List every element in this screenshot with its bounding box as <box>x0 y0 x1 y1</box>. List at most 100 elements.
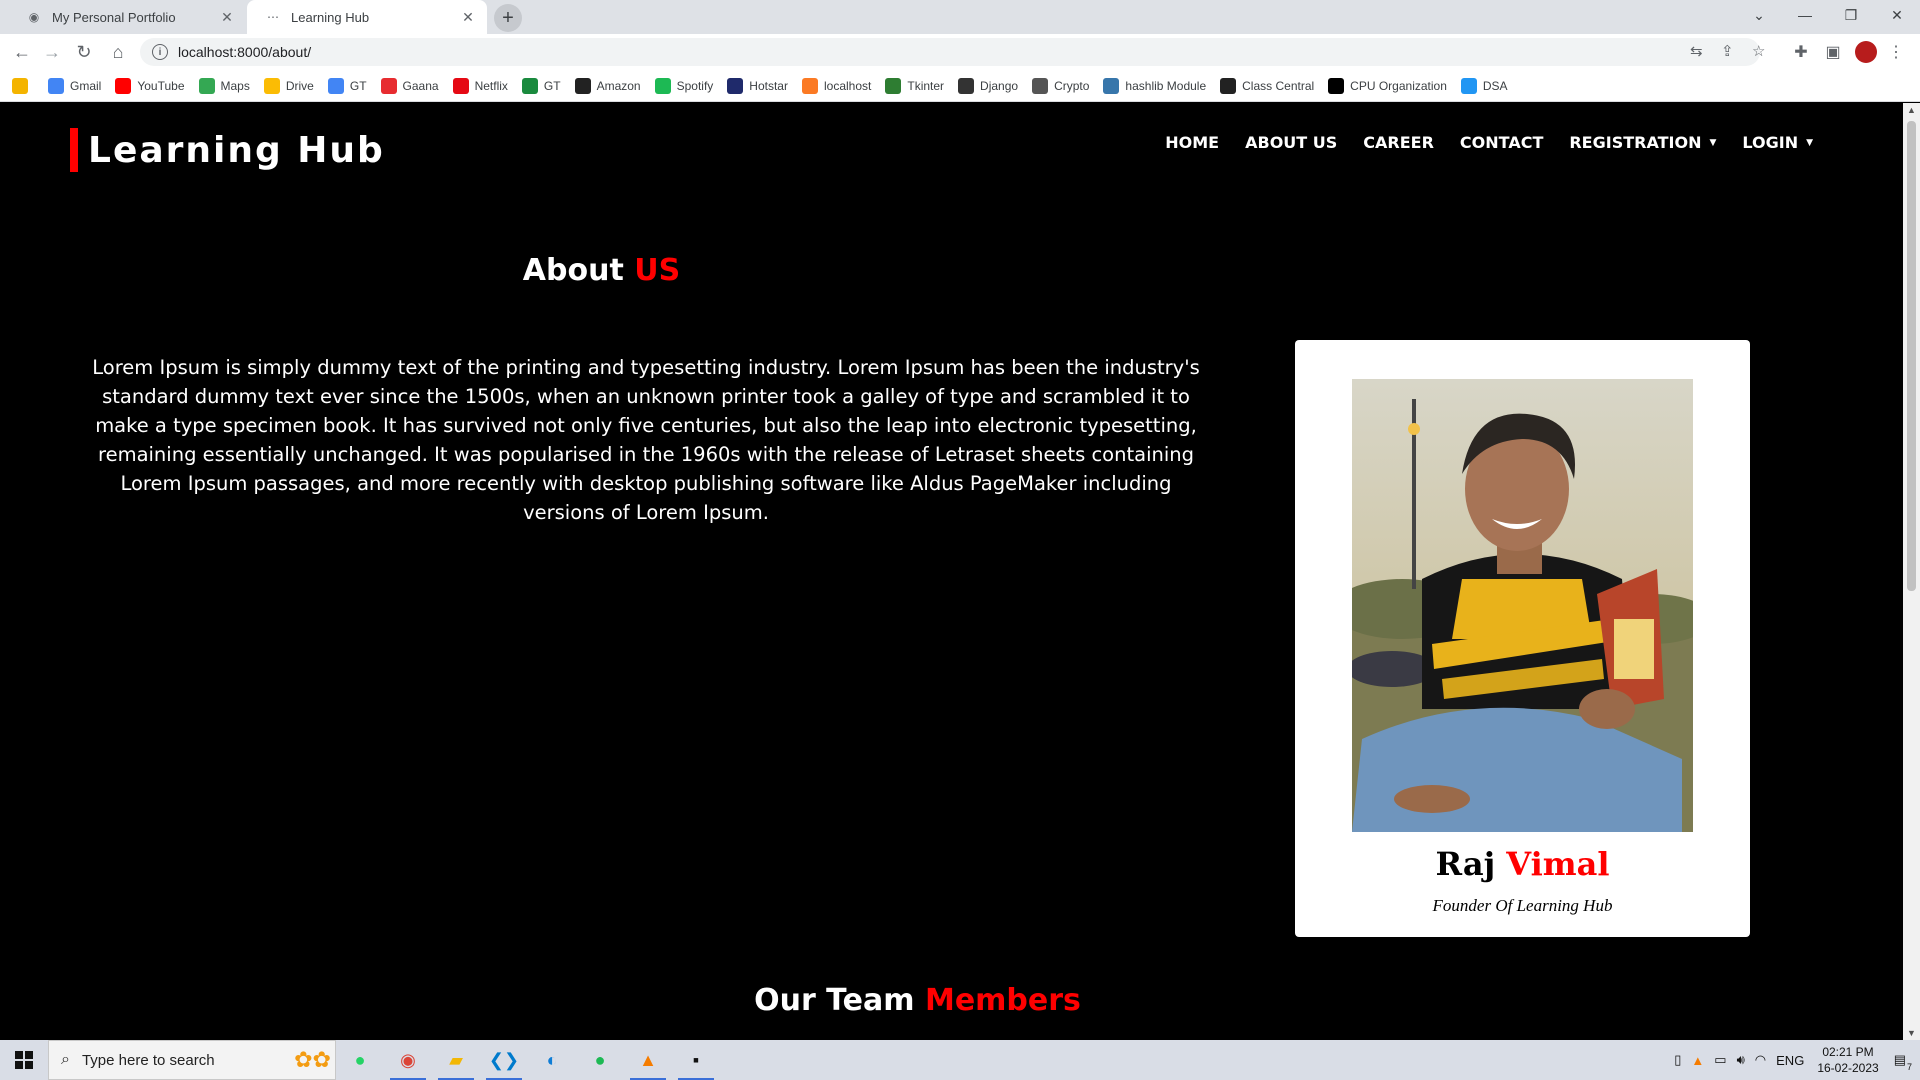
scrollbar-thumb[interactable] <box>1907 121 1916 591</box>
start-button[interactable] <box>0 1040 48 1080</box>
nav-login-dropdown[interactable]: LOGIN ▼ <box>1742 133 1813 152</box>
founder-name: Raj Vimal <box>1295 845 1750 883</box>
notification-center-icon[interactable]: ▤ 7 <box>1894 1052 1912 1072</box>
bookmark-item[interactable]: Tkinter <box>885 77 945 94</box>
close-window-button[interactable]: ✕ <box>1874 0 1920 30</box>
reload-button[interactable]: ↻ <box>70 38 98 66</box>
bookmark-item[interactable]: Crypto <box>1032 77 1089 94</box>
bookmark-item[interactable]: Amazon <box>574 77 641 94</box>
bookmark-label: localhost <box>823 78 872 93</box>
about-heading-main: About <box>522 253 624 288</box>
bookmark-item[interactable]: localhost <box>801 77 872 94</box>
share-icon[interactable]: ⇪ <box>1721 42 1734 60</box>
volume-icon[interactable]: 🔊︎ <box>1737 1052 1745 1068</box>
close-icon[interactable]: ✕ <box>459 8 477 26</box>
info-icon[interactable]: i <box>152 44 168 60</box>
caret-down-icon: ▼ <box>1806 137 1813 148</box>
back-button[interactable]: ← <box>8 38 36 66</box>
vlc-icon[interactable]: ▲ <box>624 1040 672 1080</box>
founder-photo-image <box>1352 379 1693 832</box>
address-bar[interactable]: i localhost:8000/about/ <box>140 38 1760 66</box>
gaana-icon <box>380 77 397 94</box>
nav-career[interactable]: CAREER <box>1363 133 1434 152</box>
caret-down-icon: ▼ <box>1709 137 1717 148</box>
founder-card: Raj Vimal Founder Of Learning Hub <box>1295 340 1750 937</box>
bookmark-item[interactable]: YouTube <box>115 77 185 94</box>
file-explorer-icon[interactable]: ▰ <box>432 1040 480 1080</box>
url-text: localhost:8000/about/ <box>178 44 312 60</box>
cpu-icon <box>1328 77 1345 94</box>
drive-icon <box>263 77 280 94</box>
phone-link-icon[interactable]: ▯ <box>1674 1052 1681 1068</box>
bookmark-item[interactable]: Gmail <box>48 77 101 94</box>
new-tab-button[interactable]: + <box>494 4 522 32</box>
bookmark-item[interactable]: Drive <box>263 77 314 94</box>
tab-search-icon[interactable]: ⌄ <box>1736 0 1782 30</box>
founder-first-name: Raj <box>1435 845 1496 883</box>
bookmark-label: GT <box>543 78 561 93</box>
team-heading: Our Team Members <box>0 983 1835 1018</box>
vlc-tray-icon[interactable]: ▲ <box>1691 1053 1704 1068</box>
extensions-icon[interactable]: ✚ <box>1791 42 1811 62</box>
battery-icon[interactable]: ▭ <box>1714 1052 1726 1068</box>
home-button[interactable]: ⌂ <box>104 38 132 66</box>
tab-learning-hub[interactable]: ⋯ Learning Hub ✕ <box>247 0 487 34</box>
chrome-icon[interactable]: ◉ <box>384 1040 432 1080</box>
bookmark-item[interactable] <box>12 77 34 94</box>
wifi-icon[interactable]: ◠ <box>1755 1052 1766 1068</box>
bookmark-star-icon[interactable]: ☆ <box>1752 42 1765 60</box>
bookmark-label: Class Central <box>1242 78 1315 93</box>
nav-label: CAREER <box>1363 133 1434 152</box>
nav-contact[interactable]: CONTACT <box>1460 133 1543 152</box>
windows-logo-icon <box>15 1051 33 1069</box>
classcentral-icon <box>1220 77 1237 94</box>
spotify-icon[interactable]: ● <box>576 1040 624 1080</box>
team-heading-accent: Members <box>924 983 1081 1018</box>
forward-button[interactable]: → <box>38 38 66 66</box>
bookmark-item[interactable]: CPU Organization <box>1328 77 1447 94</box>
bookmark-item[interactable]: Gaana <box>380 77 439 94</box>
xampp-icon <box>801 77 818 94</box>
bookmark-label: Django <box>980 78 1019 93</box>
bookmark-item[interactable]: Hotstar <box>727 77 788 94</box>
scroll-up-icon[interactable]: ▲ <box>1907 105 1916 115</box>
nav-registration-dropdown[interactable]: REGISTRATION ▼ <box>1569 133 1716 152</box>
minimize-button[interactable]: — <box>1782 0 1828 30</box>
bookmark-item[interactable]: Class Central <box>1220 77 1315 94</box>
tab-strip: ◉ My Personal Portfolio ✕ ⋯ Learning Hub… <box>0 0 1920 34</box>
bookmark-label: Tkinter <box>907 78 945 93</box>
terminal-icon[interactable]: ▪ <box>672 1040 720 1080</box>
about-heading: About US <box>0 253 1203 288</box>
menu-icon[interactable]: ⋮ <box>1886 42 1906 62</box>
tab-portfolio[interactable]: ◉ My Personal Portfolio ✕ <box>8 0 246 34</box>
netflix-icon <box>452 77 469 94</box>
nav-home[interactable]: HOME <box>1165 133 1219 152</box>
page-scrollbar[interactable]: ▲ ▼ <box>1903 103 1920 1040</box>
translate-icon[interactable]: ⇆ <box>1690 42 1703 60</box>
bookmark-item[interactable]: Netflix <box>452 77 508 94</box>
side-panel-icon[interactable]: ▣ <box>1823 42 1843 62</box>
bookmark-item[interactable]: Spotify <box>654 77 713 94</box>
taskbar-search[interactable]: ⌕ Type here to search ✿✿ <box>48 1040 336 1080</box>
language-indicator[interactable]: ENG <box>1776 1053 1804 1068</box>
bookmark-item[interactable]: Django <box>958 77 1019 94</box>
bookmark-item[interactable]: DSA <box>1460 77 1508 94</box>
bookmark-item[interactable]: GT <box>521 77 561 94</box>
close-icon[interactable]: ✕ <box>218 8 236 26</box>
site-logo[interactable]: Learning Hub <box>70 128 385 172</box>
restore-button[interactable]: ❐ <box>1828 0 1874 30</box>
profile-avatar[interactable] <box>1855 41 1877 63</box>
clock[interactable]: 02:21 PM 16-02-2023 <box>1817 1044 1878 1076</box>
bookmark-label: Netflix <box>474 78 508 93</box>
vscode-icon[interactable]: ❮❯ <box>480 1040 528 1080</box>
bookmark-item[interactable]: Maps <box>198 77 250 94</box>
dsa-icon <box>1460 77 1477 94</box>
bookmark-item[interactable]: GT <box>327 77 367 94</box>
whatsapp-icon[interactable]: ● <box>336 1040 384 1080</box>
clock-date: 16-02-2023 <box>1817 1061 1879 1075</box>
bookmark-item[interactable]: hashlib Module <box>1103 77 1206 94</box>
scroll-down-icon[interactable]: ▼ <box>1907 1028 1916 1038</box>
edge-icon[interactable]: ◐ <box>528 1040 576 1080</box>
google-icon <box>48 77 64 94</box>
nav-about-us[interactable]: ABOUT US <box>1245 133 1337 152</box>
